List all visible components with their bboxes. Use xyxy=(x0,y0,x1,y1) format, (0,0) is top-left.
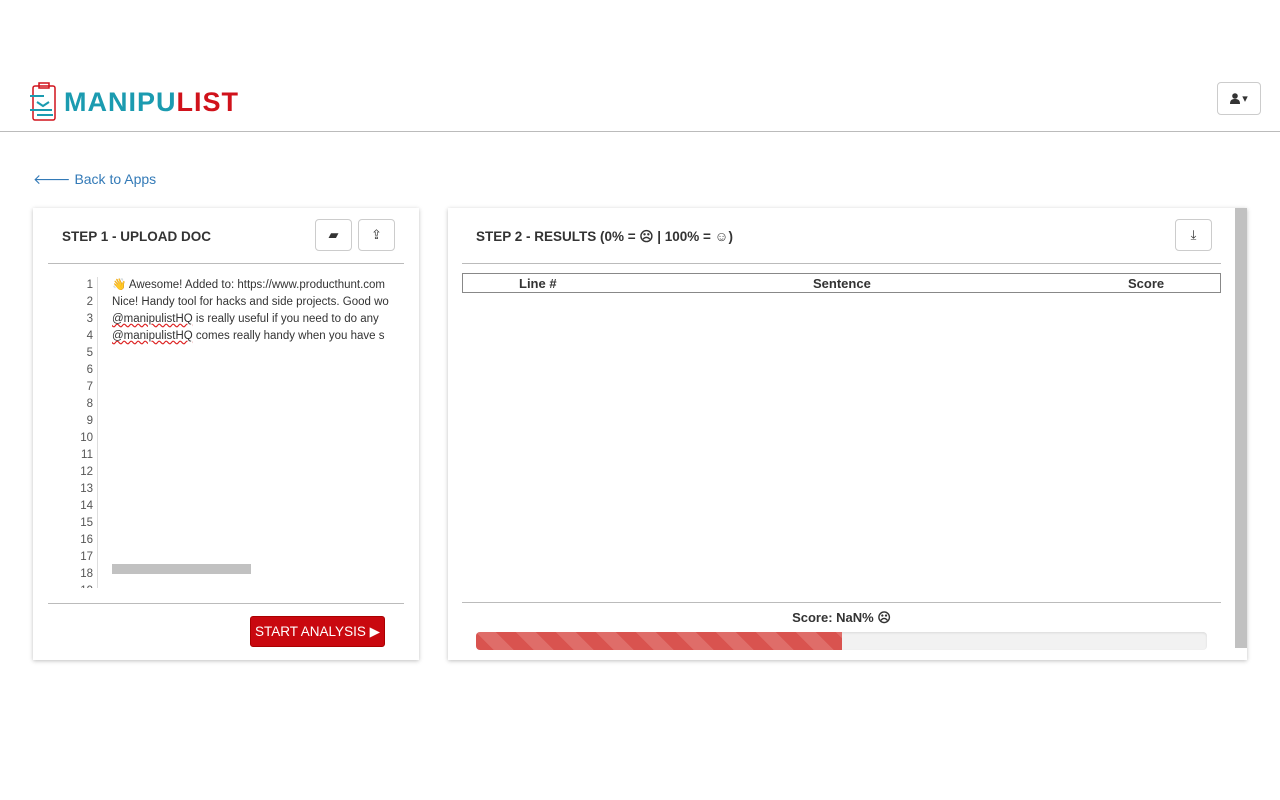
line-mention: @manipulistHQ xyxy=(112,330,193,342)
clipboard-logo-icon xyxy=(30,82,56,121)
line-number: 3 xyxy=(86,313,93,325)
step1-title: STEP 1 - UPLOAD DOC xyxy=(62,229,212,244)
editor-lines[interactable]: 👋 Awesome! Added to: https://www.product… xyxy=(112,277,402,345)
line-mention: @manipulistHQ xyxy=(112,313,193,325)
line-number: 1 xyxy=(86,279,93,291)
header: MANIPULIST ▾ xyxy=(0,70,1280,132)
line-number: 15 xyxy=(80,517,93,529)
line-number-gutter: 12345678910111213141516171819 xyxy=(48,277,98,588)
text-editor[interactable]: 12345678910111213141516171819 👋 Awesome!… xyxy=(48,272,403,588)
line-text: is really useful if you need to do any xyxy=(192,313,379,325)
user-menu-button[interactable]: ▾ xyxy=(1217,82,1261,115)
line-number: 16 xyxy=(80,534,93,546)
line-number: 4 xyxy=(86,330,93,342)
line-number: 13 xyxy=(80,483,93,495)
line-number: 5 xyxy=(86,347,93,359)
caret-down-icon: ▾ xyxy=(1242,93,1248,105)
line-number: 19 xyxy=(48,583,93,588)
line-number: 9 xyxy=(86,415,93,427)
line-number: 14 xyxy=(80,500,93,512)
line-number: 8 xyxy=(86,398,93,410)
editor-line: 👋 Awesome! Added to: https://www.product… xyxy=(112,277,402,294)
line-number: 11 xyxy=(81,449,93,461)
logo[interactable]: MANIPULIST xyxy=(30,82,239,122)
eraser-icon: ▰ xyxy=(328,227,339,242)
line-number: 2 xyxy=(86,296,93,308)
download-button[interactable]: ⤓ xyxy=(1175,219,1212,251)
line-text: Awesome! Added to: https://www.producthu… xyxy=(128,279,386,291)
line-number: 12 xyxy=(80,466,93,478)
logo-text-1: MANIPU xyxy=(64,86,177,117)
column-score[interactable]: Score xyxy=(1128,276,1164,291)
column-line[interactable]: Line # xyxy=(519,276,557,291)
line-number: 18 xyxy=(80,568,93,580)
download-icon: ⤓ xyxy=(1190,227,1197,242)
clear-button[interactable]: ▰ xyxy=(315,219,352,251)
score-label: Score: NaN% ☹ xyxy=(792,610,891,625)
results-table-header: Line # Sentence Score xyxy=(462,273,1221,293)
score-progress-bar xyxy=(476,632,1207,650)
logo-text-2: LIST xyxy=(176,86,239,117)
line-number: 7 xyxy=(86,381,93,393)
arrow-left-icon: 🡐 xyxy=(33,171,71,187)
line-text: Nice! Handy tool for hacks and side proj… xyxy=(112,296,389,308)
upload-panel: STEP 1 - UPLOAD DOC ▰ ⇪ 1 2 3 4 5 6 7 8 9 10 11 12 1… xyxy=(33,208,419,660)
line-number: 6 xyxy=(86,364,93,376)
editor-line: @manipulistHQ is really useful if you ne… xyxy=(112,311,402,328)
score-progress-fill xyxy=(476,632,842,650)
step2-title: STEP 2 - RESULTS (0% = ☹ | 100% = ☺) xyxy=(476,229,733,244)
start-analysis-button[interactable]: START ANALYSIS ▶ xyxy=(250,616,385,647)
line-number: 17 xyxy=(80,551,93,563)
line-text: comes really handy when you have s xyxy=(192,330,385,342)
back-to-apps-link[interactable]: 🡐 Back to Apps xyxy=(33,171,156,188)
line-prefix: 👋 xyxy=(112,279,129,291)
results-panel: STEP 2 - RESULTS (0% = ☹ | 100% = ☺) ⤓ L… xyxy=(448,208,1247,660)
line-number: 10 xyxy=(80,432,93,444)
back-label: Back to Apps xyxy=(74,171,157,187)
upload-icon: ⇪ xyxy=(371,227,382,242)
column-sentence[interactable]: Sentence xyxy=(813,276,871,291)
editor-line: Nice! Handy tool for hacks and side proj… xyxy=(112,294,402,311)
vertical-scrollbar[interactable] xyxy=(1235,208,1247,648)
user-icon xyxy=(1230,93,1241,104)
editor-line: @manipulistHQ comes really handy when yo… xyxy=(112,328,402,345)
horizontal-scrollbar[interactable] xyxy=(112,564,251,574)
upload-button[interactable]: ⇪ xyxy=(358,219,395,251)
